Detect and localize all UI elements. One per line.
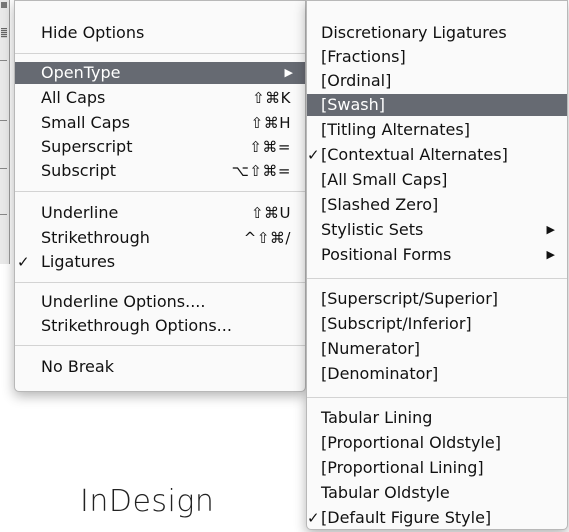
menu-item-shortcut: ⌥⇧⌘= [231,162,291,180]
menu-item-titling-alternates[interactable]: [Titling Alternates] [307,119,567,141]
menu-item-label: Underline Options.... [41,292,206,311]
menu-item-label: Subscript [41,161,117,180]
panel-divider [0,214,7,215]
checkmark-icon: ✓ [307,509,320,527]
menu-item-label: [Slashed Zero] [321,195,439,214]
menu-item-shortcut: ⇧⌘K [252,89,291,107]
menu-item-default-figure-style[interactable]: ✓ [Default Figure Style] [307,507,567,529]
menu-item-strikethrough-options[interactable]: Strikethrough Options... [15,315,305,337]
menu-item-hide-options[interactable]: Hide Options [15,22,305,44]
opentype-submenu: Discretionary Ligatures [Fractions] [Ord… [306,0,568,530]
menu-separator [15,53,305,54]
menu-item-discretionary-ligatures[interactable]: Discretionary Ligatures [307,22,567,44]
menu-item-shortcut: ⇧⌘= [249,138,291,156]
menu-item-tabular-lining[interactable]: Tabular Lining [307,407,567,429]
checkmark-icon: ✓ [307,146,320,164]
menu-separator [15,345,305,346]
menu-item-slashed-zero[interactable]: [Slashed Zero] [307,194,567,216]
panel-divider [0,168,7,169]
menu-item-proportional-oldstyle[interactable]: [Proportional Oldstyle] [307,432,567,454]
menu-item-label: [Swash] [321,95,386,114]
menu-item-label: [Denominator] [321,364,439,383]
menu-item-all-small-caps[interactable]: [All Small Caps] [307,169,567,191]
caption-label: InDesign [80,484,215,519]
menu-item-label: [Numerator] [321,339,421,358]
menu-item-label: Stylistic Sets [321,220,424,239]
submenu-arrow-icon: ▶ [546,223,555,236]
menu-item-label: Tabular Lining [321,408,433,427]
menu-item-proportional-lining[interactable]: [Proportional Lining] [307,457,567,479]
menu-item-underline[interactable]: Underline ⇧⌘U [15,202,305,224]
menu-separator [15,282,305,283]
menu-item-label: [Default Figure Style] [321,508,492,527]
menu-item-shortcut: ^⇧⌘/ [243,229,291,247]
menu-item-superscript[interactable]: Superscript ⇧⌘= [15,136,305,158]
submenu-arrow-icon: ▶ [546,248,555,261]
menu-item-all-caps[interactable]: All Caps ⇧⌘K [15,87,305,109]
menu-item-stylistic-sets[interactable]: Stylistic Sets ▶ [307,219,567,241]
menu-item-label: OpenType [41,63,121,82]
menu-item-strikethrough[interactable]: Strikethrough ^⇧⌘/ [15,227,305,249]
menu-item-label: [Fractions] [321,47,406,66]
menu-item-label: Discretionary Ligatures [321,23,507,42]
menu-item-subscript[interactable]: Subscript ⌥⇧⌘= [15,160,305,182]
menu-item-fractions[interactable]: [Fractions] [307,46,567,68]
character-options-menu: Hide Options OpenType ▶ All Caps ⇧⌘K Sma… [14,0,306,392]
menu-item-denominator[interactable]: [Denominator] [307,363,567,385]
menu-item-swash[interactable]: [Swash] [307,94,567,116]
menu-item-ligatures[interactable]: ✓ Ligatures [15,251,305,273]
menu-item-label: Strikethrough [41,228,150,247]
menu-item-opentype[interactable]: OpenType ▶ [15,62,305,84]
menu-item-label: [Proportional Lining] [321,458,484,477]
menu-item-label: Ligatures [41,252,116,271]
menu-item-label: Underline [41,203,119,222]
checkmark-icon: ✓ [17,253,30,271]
menu-item-label: [Contextual Alternates] [321,145,508,164]
menu-item-label: [Subscript/Inferior] [321,314,472,333]
menu-item-label: [Superscript/Superior] [321,289,499,308]
menu-item-shortcut: ⇧⌘H [250,114,291,132]
submenu-arrow-icon: ▶ [284,66,293,79]
panel-divider [0,120,7,121]
menu-separator [15,191,305,192]
menu-item-label: [Proportional Oldstyle] [321,433,501,452]
menu-item-contextual-alternates[interactable]: ✓ [Contextual Alternates] [307,144,567,166]
menu-separator [307,397,567,398]
menu-item-numerator[interactable]: [Numerator] [307,338,567,360]
panel-edge-strip [0,0,10,264]
menu-item-shortcut: ⇧⌘U [250,204,291,222]
menu-item-label: All Caps [41,88,106,107]
menu-item-tabular-oldstyle[interactable]: Tabular Oldstyle [307,482,567,504]
menu-item-label: Strikethrough Options... [41,316,232,335]
menu-item-superscript-superior[interactable]: [Superscript/Superior] [307,288,567,310]
menu-item-label: Superscript [41,137,133,156]
menu-item-label: Tabular Oldstyle [321,483,450,502]
menu-item-small-caps[interactable]: Small Caps ⇧⌘H [15,112,305,134]
menu-item-positional-forms[interactable]: Positional Forms ▶ [307,244,567,266]
menu-item-no-break[interactable]: No Break [15,356,305,378]
menu-item-label: Hide Options [41,23,145,42]
panel-divider [0,60,7,61]
menu-separator [307,278,567,279]
panel-collapse-icon[interactable] [1,2,7,8]
menu-item-label: Small Caps [41,113,130,132]
menu-item-underline-options[interactable]: Underline Options.... [15,291,305,313]
menu-item-label: [All Small Caps] [321,170,448,189]
menu-item-ordinal[interactable]: [Ordinal] [307,70,567,92]
menu-item-label: [Ordinal] [321,71,392,90]
menu-item-label: No Break [41,357,114,376]
menu-item-label: [Titling Alternates] [321,120,470,139]
panel-grip-icon[interactable] [1,28,7,38]
menu-item-subscript-inferior[interactable]: [Subscript/Inferior] [307,313,567,335]
menu-item-label: Positional Forms [321,245,452,264]
